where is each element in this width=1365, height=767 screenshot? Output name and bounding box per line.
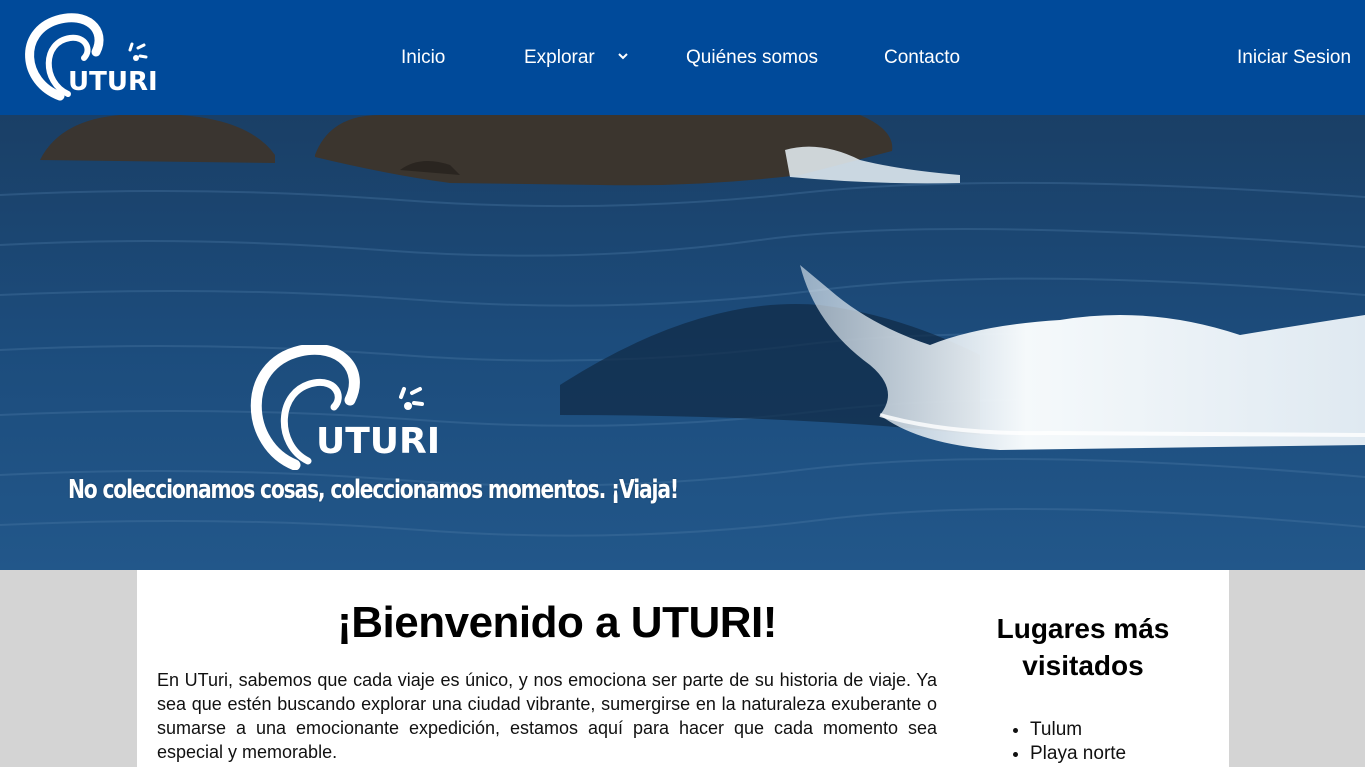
nav-quienes-somos[interactable]: Quiénes somos xyxy=(686,46,818,70)
hero-banner: UTURI No coleccionamos cosas, colecciona… xyxy=(0,115,1365,570)
site-header: UTURI Inicio Explorar Quiénes somos Cont… xyxy=(0,0,1365,115)
popular-places-title: Lugares más visitados xyxy=(996,613,1170,681)
main-content: ¡Bienvenido a UTURI! En UTuri, sabemos q… xyxy=(137,570,1229,767)
list-item[interactable]: Tulum xyxy=(1030,718,1126,742)
nav-explorar[interactable]: Explorar xyxy=(524,46,595,70)
nav-contacto[interactable]: Contacto xyxy=(884,46,960,70)
svg-text:UTURI: UTURI xyxy=(68,67,158,97)
chevron-down-icon[interactable] xyxy=(616,49,630,63)
intro-paragraph: En UTuri, sabemos que cada viaje es únic… xyxy=(157,670,937,762)
nav-inicio[interactable]: Inicio xyxy=(401,46,445,70)
list-item[interactable]: Playa norte xyxy=(1030,742,1126,766)
hero-tagline: No coleccionamos cosas, coleccionamos mo… xyxy=(68,475,679,505)
hero-uturi-logo: UTURI xyxy=(250,345,440,470)
login-link[interactable]: Iniciar Sesion xyxy=(1237,46,1351,70)
svg-text:UTURI: UTURI xyxy=(316,421,440,462)
popular-places-list: Tulum Playa norte xyxy=(1030,718,1126,766)
uturi-logo[interactable]: UTURI xyxy=(12,12,172,104)
welcome-title: ¡Bienvenido a UTURI! xyxy=(337,598,777,647)
